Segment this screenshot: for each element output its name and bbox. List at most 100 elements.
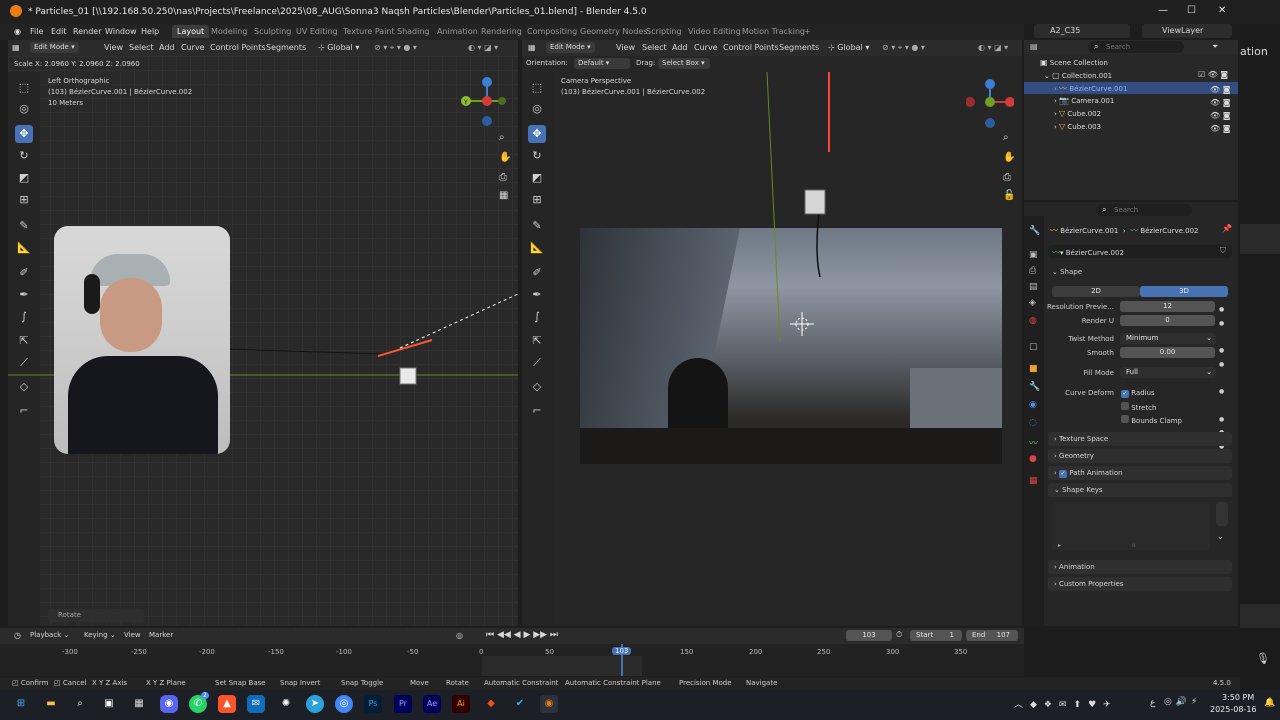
current-frame-field[interactable]: 103 [846,630,892,641]
visibility-icons[interactable]: 👁 ◙ 👁 ◙ 👁 ◙ 👁 ◙ [1210,83,1230,135]
texture-tab-icon[interactable]: ▦ [1029,476,1038,486]
list-resize-handle[interactable]: ⁞⁞ [1132,542,1136,549]
outliner-editor-icon[interactable]: ▤ [1030,42,1038,51]
filter-icon[interactable]: ⏷ [1212,42,1218,52]
physics-tab-icon[interactable]: ◌ [1029,418,1037,428]
tab-shading[interactable]: Shading [397,27,430,36]
right-mode-selector[interactable]: Edit Mode ▾ [546,42,595,53]
left-menu-curve[interactable]: Curve [181,43,205,52]
menu-edit[interactable]: Edit [51,27,67,36]
right-navigation-gizmo[interactable] [966,76,1014,128]
start-frame-field[interactable]: Start 1 [910,630,962,641]
outliner-scene-collection[interactable]: ▣ Scene Collection [1040,58,1108,67]
bounds-clamp-checkbox[interactable]: Bounds Clamp [1121,415,1182,425]
twist-method-dropdown[interactable]: Minimum ⌄ [1120,333,1216,344]
search-icon[interactable]: ⌕ [71,695,89,713]
shape-keys-side-buttons[interactable] [1216,502,1228,526]
orientation-dropdown[interactable]: Default ▾ [574,58,630,69]
shape-section-header[interactable]: ⌄ Shape [1052,268,1082,276]
brave-icon[interactable]: ▲ [218,695,236,713]
menu-file[interactable]: File [30,27,43,36]
pin-icon[interactable]: 📌 [1222,224,1232,233]
overlay-icons[interactable]: ◐ ▾ ◪ ▾ [468,43,498,52]
drag-dropdown[interactable]: Select Box ▾ [658,58,710,69]
record-icon[interactable]: ◎ [456,631,463,640]
timeline-view-menu[interactable]: View [124,631,141,639]
windows-start-icon[interactable]: ⊞ [12,695,30,713]
scene-selector[interactable]: A2_C35 [1034,24,1130,38]
view-layer-tab-icon[interactable]: ▤ [1029,282,1038,292]
scene-tab-icon[interactable]: ◈ [1029,298,1036,308]
material-tab-icon[interactable]: ● [1029,454,1037,464]
tab-texture-paint[interactable]: Texture Paint [343,27,395,36]
blender-menu-icon[interactable]: ◉ [14,27,21,36]
radius-checkbox[interactable]: ✓ Radius [1121,389,1155,398]
right-viewport[interactable]: Camera Perspective (103) BézierCurve.001… [522,72,1022,626]
render-u-field[interactable]: 0 [1120,315,1215,326]
overlay-icons[interactable]: ◐ ▾ ◪ ▾ [978,43,1008,52]
collection-visibility-icons[interactable]: ☑ 👁 ◙ [1198,70,1228,79]
fill-mode-dropdown[interactable]: Full ⌄ [1120,367,1216,378]
playhead-frame-label[interactable]: 103 [612,647,632,655]
photoshop-icon[interactable]: Ps [364,695,382,713]
pivot-snap-icons[interactable]: ⊘ ▾ ⌖ ▾ ● ▾ [882,43,925,53]
notifications-icon[interactable]: 🔔 [1264,698,1275,708]
task-view-icon[interactable]: ▣ [100,695,118,713]
right-menu-view[interactable]: View [616,43,635,52]
right-menu-add[interactable]: Add [672,43,688,52]
telegram-icon[interactable]: ➤ [306,695,324,713]
file-explorer-icon[interactable]: ▬ [42,695,60,713]
shape-keys-list[interactable] [1052,502,1210,550]
right-menu-segments[interactable]: Segments [779,43,819,52]
left-viewport[interactable]: Scale X: 2.0960 Y: 2.0960 Z: 2.0960 Left… [8,56,518,626]
resolution-field[interactable]: 12 [1120,301,1215,312]
menu-help[interactable]: Help [141,27,159,36]
keying-menu[interactable]: Keying ⌄ [84,631,116,639]
menu-render[interactable]: Render [73,27,101,36]
microphone-icon[interactable]: 🎙 [1256,652,1270,665]
modifier-tab-icon[interactable]: 🔧 [1029,382,1040,392]
timeline-marker-menu[interactable]: Marker [149,631,173,639]
tab-motion-tracking[interactable]: Motion Tracking [742,27,805,36]
blender-taskbar-icon[interactable]: ◉ [540,695,558,713]
tab-modeling[interactable]: Modeling [211,27,247,36]
timeline-ruler[interactable]: -300 -250 -200 -150 -100 -50 0 50 103 15… [0,644,1024,676]
path-animation-section[interactable]: › ✓ Path Animation [1048,466,1232,480]
close-button[interactable]: ✕ [1218,5,1226,16]
maximize-button[interactable]: ☐ [1187,5,1196,16]
mail-icon[interactable]: ✉ [247,695,265,713]
render-tab-icon[interactable]: ▣ [1029,250,1038,260]
clock-time[interactable]: 3:50 PM [1222,693,1254,702]
object-tab-icon[interactable]: ■ [1029,364,1038,374]
left-mode-selector[interactable]: Edit Mode ▾ [30,42,79,53]
timeline-editor-icon[interactable]: ◷ [14,631,21,640]
output-tab-icon[interactable]: ⎙ [1029,266,1036,276]
left-menu-add[interactable]: Add [159,43,175,52]
clock-date[interactable]: 2025-08-16 [1210,705,1257,714]
figma-icon[interactable]: ◆ [482,695,500,713]
premiere-icon[interactable]: Pr [394,695,412,713]
shape-keys-section[interactable]: ⌄ Shape Keys [1048,483,1232,497]
playback-controls[interactable]: ⏮ ◀◀ ◀ ▶ ▶▶ ⏭ [486,630,558,640]
outliner-item-cube-003[interactable]: › ▽ Cube.003 [1054,122,1101,131]
editor-type-icon[interactable]: ▦ [12,43,20,52]
animation-section[interactable]: › Animation [1048,560,1232,574]
zoom-icon[interactable]: ⌕ [1003,132,1009,143]
rotate-panel[interactable]: Rotate [48,609,144,622]
menu-window[interactable]: Window [105,27,137,36]
dev-tool-icon[interactable]: ✔ [511,695,529,713]
playback-menu[interactable]: Playback ⌄ [30,631,69,639]
list-expand-icon[interactable]: ▸ [1058,542,1061,549]
chrome-icon[interactable]: ◎ [335,695,353,713]
lock-camera-icon[interactable]: 🔓 [1003,190,1015,201]
right-menu-curve[interactable]: Curve [694,43,718,52]
custom-properties-section[interactable]: › Custom Properties [1048,577,1232,591]
chevron-down-icon[interactable]: ⌄ [1217,532,1224,541]
outliner-item-camera[interactable]: › 📷 Camera.001 [1054,96,1114,105]
pivot-snap-icons[interactable]: ⊘ ▾ ⌖ ▾ ● ▾ [374,43,417,53]
left-menu-control-points[interactable]: Control Points [210,43,266,52]
illustrator-icon[interactable]: Ai [452,695,470,713]
stopwatch-icon[interactable]: ⏱ [896,630,902,640]
properties-search[interactable]: ⌕ Search [1096,204,1192,216]
stretch-checkbox[interactable]: Stretch [1121,402,1156,412]
